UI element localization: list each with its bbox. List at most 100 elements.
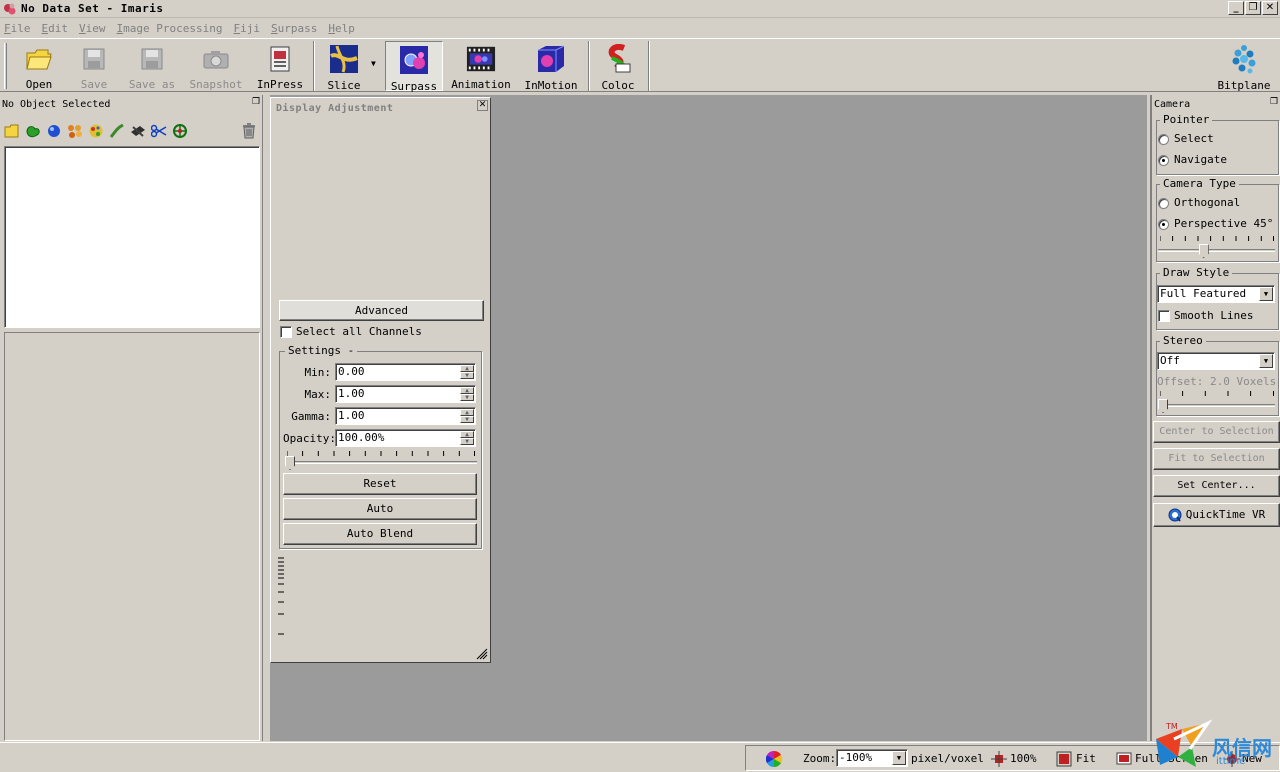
- spin-up-icon[interactable]: ▲: [460, 365, 474, 372]
- inmotion-button[interactable]: InMotion: [524, 41, 578, 92]
- set-center-button[interactable]: Set Center...: [1153, 475, 1280, 497]
- display-adjustment-title: Display Adjustment: [274, 101, 487, 116]
- full-screen-icon[interactable]: [1116, 751, 1132, 767]
- zoom-100-icon[interactable]: [991, 751, 1007, 767]
- spin-down-icon[interactable]: ▼: [460, 394, 474, 401]
- spin-down-icon[interactable]: ▼: [460, 416, 474, 423]
- resize-grip-icon[interactable]: [476, 648, 488, 660]
- chevron-down-icon[interactable]: ▼: [1259, 354, 1273, 368]
- quicktime-vr-button[interactable]: QuickTime VR: [1153, 503, 1280, 527]
- chevron-down-icon[interactable]: ▼: [892, 751, 906, 765]
- chevron-down-icon[interactable]: ▼: [1259, 287, 1273, 301]
- menu-fiji[interactable]: Fiji: [233, 22, 260, 35]
- auto-blend-button[interactable]: Auto Blend: [283, 523, 477, 545]
- restore-button[interactable]: ❐: [1245, 1, 1261, 15]
- float-panel-icon[interactable]: ❐: [1269, 98, 1279, 108]
- color-wheel-icon[interactable]: [765, 750, 783, 768]
- add-cells-icon[interactable]: [67, 124, 83, 138]
- max-label: Max:: [304, 388, 332, 401]
- spin-up-icon[interactable]: ▲: [460, 431, 474, 438]
- zoom-select[interactable]: -100% ▼: [836, 749, 908, 767]
- opacity-slider-ticks: [287, 451, 475, 456]
- select-all-channels-checkbox[interactable]: [280, 326, 292, 338]
- gamma-label: Gamma:: [291, 410, 331, 423]
- add-scissors-icon[interactable]: [150, 124, 167, 138]
- channel-ruler-ticks: [278, 557, 284, 635]
- add-filaments-icon[interactable]: [109, 123, 125, 138]
- trash-icon[interactable]: [242, 123, 256, 139]
- menu-image-processing[interactable]: Image Processing: [117, 22, 223, 35]
- stereo-select[interactable]: Off ▼: [1157, 352, 1275, 370]
- object-panel-title: No Object Selected: [2, 98, 111, 110]
- object-tree[interactable]: [4, 146, 260, 328]
- gamma-input[interactable]: 1.00 ▲ ▼: [335, 407, 476, 425]
- orthogonal-radio[interactable]: [1158, 198, 1169, 209]
- navigate-label: Navigate: [1174, 153, 1227, 166]
- camera-icon: [201, 44, 231, 73]
- imaris-app-icon: [3, 2, 17, 16]
- fit-button[interactable]: Fit: [1076, 752, 1096, 765]
- camera-panel-title: Camera: [1154, 98, 1191, 110]
- menu-view[interactable]: View: [79, 22, 106, 35]
- spin-down-icon[interactable]: ▼: [460, 438, 474, 445]
- float-panel-icon[interactable]: ❐: [251, 98, 261, 108]
- add-spots-icon[interactable]: [46, 124, 62, 138]
- inpress-button[interactable]: InPress: [256, 41, 304, 91]
- perspective-radio[interactable]: [1158, 219, 1169, 230]
- coloc-button[interactable]: Coloc: [597, 41, 639, 92]
- surpass-button[interactable]: Surpass: [385, 41, 443, 93]
- perspective-slider-ticks: [1160, 236, 1274, 241]
- spin-up-icon[interactable]: ▲: [460, 387, 474, 394]
- add-vesicles-icon[interactable]: [88, 124, 104, 138]
- min-label: Min:: [304, 366, 332, 379]
- save-as-button[interactable]: Save as: [126, 41, 178, 91]
- max-input[interactable]: 1.00 ▲ ▼: [335, 385, 476, 403]
- zoom-100-button[interactable]: 100%: [1010, 752, 1037, 765]
- perspective-slider-track[interactable]: [1158, 249, 1275, 252]
- camera-panel: Camera ❐ Pointer Select Navigate Camera …: [1150, 95, 1280, 741]
- opacity-input[interactable]: 100.00% ▲ ▼: [335, 429, 476, 447]
- quicktime-icon: [1168, 508, 1182, 522]
- status-bar: Zoom: -100% ▼ pixel/voxel 100% Fit Full …: [0, 742, 1280, 772]
- menu-file[interactable]: File: [4, 22, 31, 35]
- min-input[interactable]: 0.00 ▲ ▼: [335, 363, 476, 381]
- close-button[interactable]: ✕: [1262, 1, 1278, 15]
- select-radio[interactable]: [1158, 134, 1169, 145]
- minimize-button[interactable]: _: [1228, 1, 1244, 15]
- menu-surpass[interactable]: Surpass: [271, 22, 317, 35]
- bitplane-button[interactable]: Bitplane: [1216, 41, 1272, 92]
- add-folder-icon[interactable]: [4, 124, 20, 138]
- auto-button[interactable]: Auto: [283, 498, 477, 520]
- menu-help[interactable]: Help: [328, 22, 355, 35]
- add-surfaces-icon[interactable]: [25, 124, 41, 138]
- menu-bar: File Edit View Image Processing Fiji Sur…: [0, 19, 1280, 37]
- menu-edit[interactable]: Edit: [42, 22, 69, 35]
- center-to-selection-button[interactable]: Center to Selection: [1153, 421, 1280, 443]
- add-measurement-points-icon[interactable]: [172, 124, 188, 138]
- fit-to-selection-button[interactable]: Fit to Selection: [1153, 448, 1280, 470]
- display-adjustment-window: Display Adjustment ✕ Advanced Select all…: [270, 97, 491, 663]
- coloc-icon: [603, 44, 633, 74]
- offset-slider-track[interactable]: [1158, 404, 1275, 407]
- spin-up-icon[interactable]: ▲: [460, 409, 474, 416]
- opacity-slider-track[interactable]: [285, 461, 477, 464]
- slice-button[interactable]: Slice: [322, 41, 366, 92]
- draw-style-select[interactable]: Full Featured ▼: [1157, 285, 1275, 303]
- zoom-unit-label: pixel/voxel: [911, 752, 984, 765]
- settings-label[interactable]: Settings -: [285, 344, 358, 357]
- spin-down-icon[interactable]: ▼: [460, 372, 474, 379]
- fit-icon[interactable]: [1056, 751, 1072, 767]
- animation-button[interactable]: Animation: [451, 41, 511, 91]
- toolbar-grip[interactable]: [4, 43, 7, 89]
- navigate-radio[interactable]: [1158, 155, 1169, 166]
- open-button[interactable]: Open: [18, 41, 60, 91]
- advanced-button[interactable]: Advanced: [279, 300, 484, 321]
- snapshot-button[interactable]: Snapshot: [188, 41, 244, 91]
- save-button[interactable]: Save: [74, 41, 114, 91]
- reset-button[interactable]: Reset: [283, 473, 477, 495]
- add-clipping-plane-icon[interactable]: [130, 124, 146, 138]
- slice-dropdown-arrow-icon[interactable]: ▼: [371, 59, 376, 68]
- smooth-lines-checkbox[interactable]: [1158, 310, 1170, 322]
- close-icon[interactable]: ✕: [477, 100, 488, 111]
- object-properties-area: [4, 332, 260, 741]
